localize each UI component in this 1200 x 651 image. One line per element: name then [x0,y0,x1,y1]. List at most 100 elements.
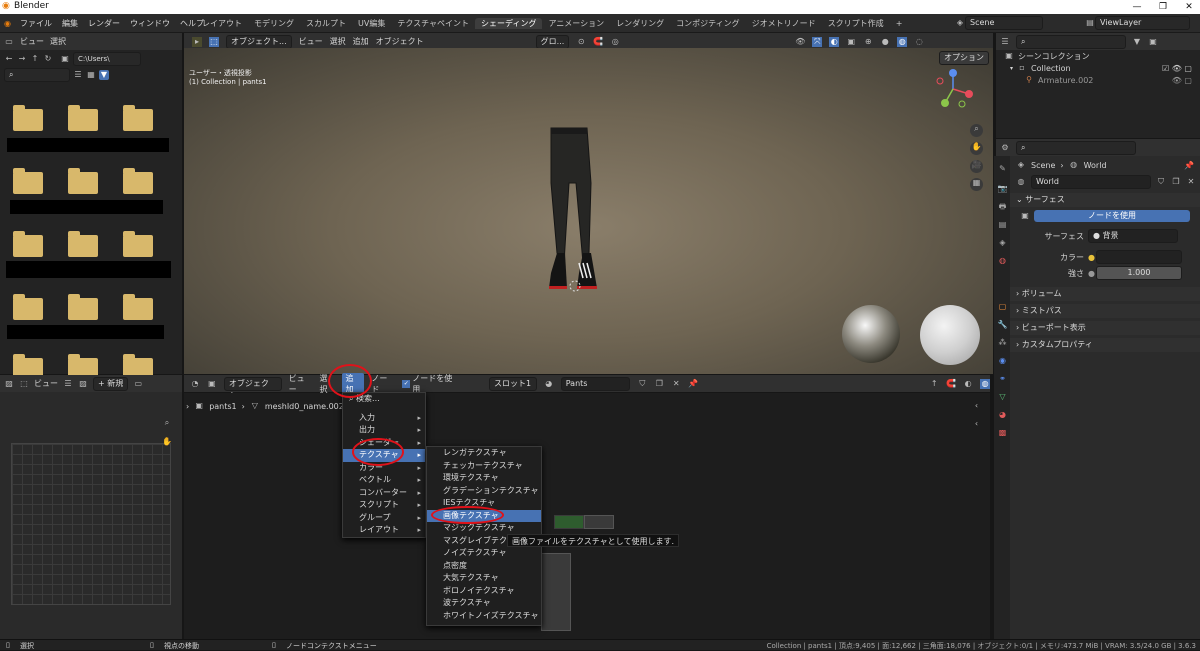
snap-icon[interactable]: 🧲 [593,37,603,47]
new-collection-icon[interactable]: ▣ [1148,37,1158,47]
viewlayer-field[interactable]: ViewLayer [1095,16,1190,30]
viewport-menu-select[interactable]: 選択 [330,36,346,47]
texture-item-sky[interactable]: 大気テクスチャ [427,572,541,585]
render-shading-icon[interactable]: ◌ [914,37,924,47]
pivot-icon[interactable]: ⊙ [576,37,586,47]
slot-dropdown[interactable]: スロット1 [488,376,537,391]
data-tab-icon[interactable]: ▽ [996,390,1009,403]
close-icon[interactable]: ✕ [1178,0,1200,14]
outliner-row-collection[interactable]: ▾ ▫ Collection ☑ 👁 ▢ [996,62,1200,74]
overlay-node-icon[interactable]: ◐ [963,379,973,389]
tab-geometry-nodes[interactable]: ジオメトリノード [746,18,822,29]
node-editor-canvas[interactable]: › ▣ pants1 › ▽ meshId0_name.002 › ‹ ‹ [184,393,990,639]
add-menu-converter[interactable]: コンバーター ▸ [343,487,425,500]
material-browse-icon[interactable]: ◕ [544,379,554,389]
texture-tab-icon[interactable]: ▩ [996,426,1009,439]
filter-icon[interactable]: ▼ [99,70,109,80]
cursor-tool-icon[interactable]: ▸ [192,36,202,47]
node-sidebar-toggle-icon[interactable]: ‹ [970,401,983,414]
texture-item-white-noise[interactable]: ホワイトノイズテクスチャ [427,610,541,623]
folder-icon[interactable] [13,168,43,194]
viewport-options-button[interactable]: オプション [939,51,989,65]
scene-field[interactable]: Scene [965,16,1043,30]
outliner-editor-icon[interactable]: ☰ [1000,37,1010,47]
display-list-icon[interactable]: ☰ [73,70,83,80]
unlink-icon[interactable]: ✕ [1186,177,1196,187]
node-mode-dropdown[interactable]: オブジェクト [223,376,282,400]
viewport-menu-add[interactable]: 追加 [353,36,369,47]
viewport-menu-view[interactable]: ビュー [299,36,323,47]
minimize-icon[interactable]: — [1126,0,1148,14]
node-preview[interactable] [554,515,584,529]
image-view-menu[interactable]: ビュー [34,378,58,389]
wireframe-shading-icon[interactable]: ⊕ [863,37,873,47]
pan-hand-icon[interactable]: ✋ [970,142,983,155]
render-tab-icon[interactable]: 📷 [996,182,1009,195]
image-browse-icon[interactable]: ▨ [78,379,88,389]
maximize-icon[interactable]: ❐ [1152,0,1174,14]
parent-dir-icon[interactable]: ↑ [30,54,40,64]
menu-edit[interactable]: 編集 [57,18,83,29]
strength-field[interactable]: 1.000 [1096,266,1182,280]
new-folder-icon[interactable]: ▣ [60,54,70,64]
output-tab-icon[interactable]: 🖶 [996,200,1009,213]
texture-item-checker[interactable]: チェッカーテクスチャ [427,460,541,473]
add-menu-layout[interactable]: レイアウト ▸ [343,524,425,537]
expand-arrow-icon[interactable]: ▾ [1010,65,1013,72]
viewlayer-selector[interactable]: ▤ ViewLayer [1085,16,1190,30]
tab-sculpt[interactable]: スカルプト [300,18,352,29]
color-swatch[interactable] [1096,250,1182,264]
perspective-toggle-icon[interactable]: ▦ [970,178,983,191]
tab-texture-paint[interactable]: テクスチャペイント [391,18,475,29]
constraints-tab-icon[interactable]: ⚭ [996,372,1009,385]
node-overlay-toggle-icon[interactable]: ◍ [980,378,991,389]
socket-icon[interactable]: ● [1088,253,1096,262]
node-sidebar-toggle-icon[interactable]: ‹ [970,419,983,432]
visibility-toggles-icon[interactable]: ☑ 👁 ▢ [1162,64,1192,73]
path-field[interactable]: C:\Users\ [73,51,141,66]
image-zoom-icon[interactable]: ⌕ [162,418,172,428]
visibility-icon[interactable]: 👁 [795,37,805,47]
display-thumb-icon[interactable]: ▦ [86,70,96,80]
navigation-gizmo[interactable] [930,66,976,112]
transform-orientation-dropdown[interactable]: グロ... [535,34,570,49]
texture-item-gradient[interactable]: グラデーションテクスチャ [427,485,541,498]
object-tab-icon[interactable]: ▢ [996,300,1009,313]
add-menu-group[interactable]: グループ ▸ [343,512,425,525]
forward-icon[interactable]: → [17,54,27,64]
scene-selector[interactable]: ◈ Scene [955,16,1043,30]
texture-item-brick[interactable]: レンガテクスチャ [427,447,541,460]
file-search-input[interactable]: ⌕ [4,68,70,82]
properties-editor-icon[interactable]: ⚙ [1000,143,1010,153]
scene-tab-icon[interactable]: ◈ [996,236,1009,249]
material-duplicate-icon[interactable]: ❐ [654,379,664,389]
texture-item-point-density[interactable]: 点密度 [427,560,541,573]
surface-section-header[interactable]: ⌄ サーフェス [1010,193,1200,207]
custom-props-section-header[interactable]: › カスタムプロパティ [1010,338,1200,352]
viewport-mode-dropdown[interactable]: オブジェクト... [226,34,292,49]
image-pan-icon[interactable]: ✋ [162,437,172,447]
folder-icon[interactable] [123,168,153,194]
uv-grid[interactable] [11,443,171,605]
volume-section-header[interactable]: › ボリューム [1010,287,1200,301]
physics-tab-icon[interactable]: ◉ [996,354,1009,367]
properties-search-input[interactable]: ⌕ [1016,140,1136,155]
outliner-filter-icon[interactable]: ▼ [1132,37,1142,47]
tab-rendering[interactable]: レンダリング [610,18,670,29]
world-tab-icon[interactable]: ◍ [996,254,1009,267]
outliner-row-armature[interactable]: ⚲ Armature.002 👁 ▢ [996,74,1200,86]
viewport-display-section-header[interactable]: › ビューポート表示 [1010,321,1200,335]
texture-item-magic[interactable]: マジックテクスチャ [427,522,541,535]
add-menu-vector[interactable]: ベクトル ▸ [343,474,425,487]
use-nodes-button[interactable]: ノードを使用 [1034,210,1190,222]
tab-shading[interactable]: シェーディング [475,18,543,29]
duplicate-icon[interactable]: ❐ [1171,177,1181,187]
folder-icon[interactable] [123,294,153,320]
mist-section-header[interactable]: › ミストパス [1010,304,1200,318]
world-name-field[interactable]: World [1031,175,1151,189]
pants-model[interactable] [539,123,609,303]
node-menu-view[interactable]: ビュー [289,373,313,395]
view-layer-tab-icon[interactable]: ▤ [996,218,1009,231]
modifier-tab-icon[interactable]: 🔧 [996,318,1009,331]
material-shading-icon[interactable]: ◍ [897,36,908,47]
